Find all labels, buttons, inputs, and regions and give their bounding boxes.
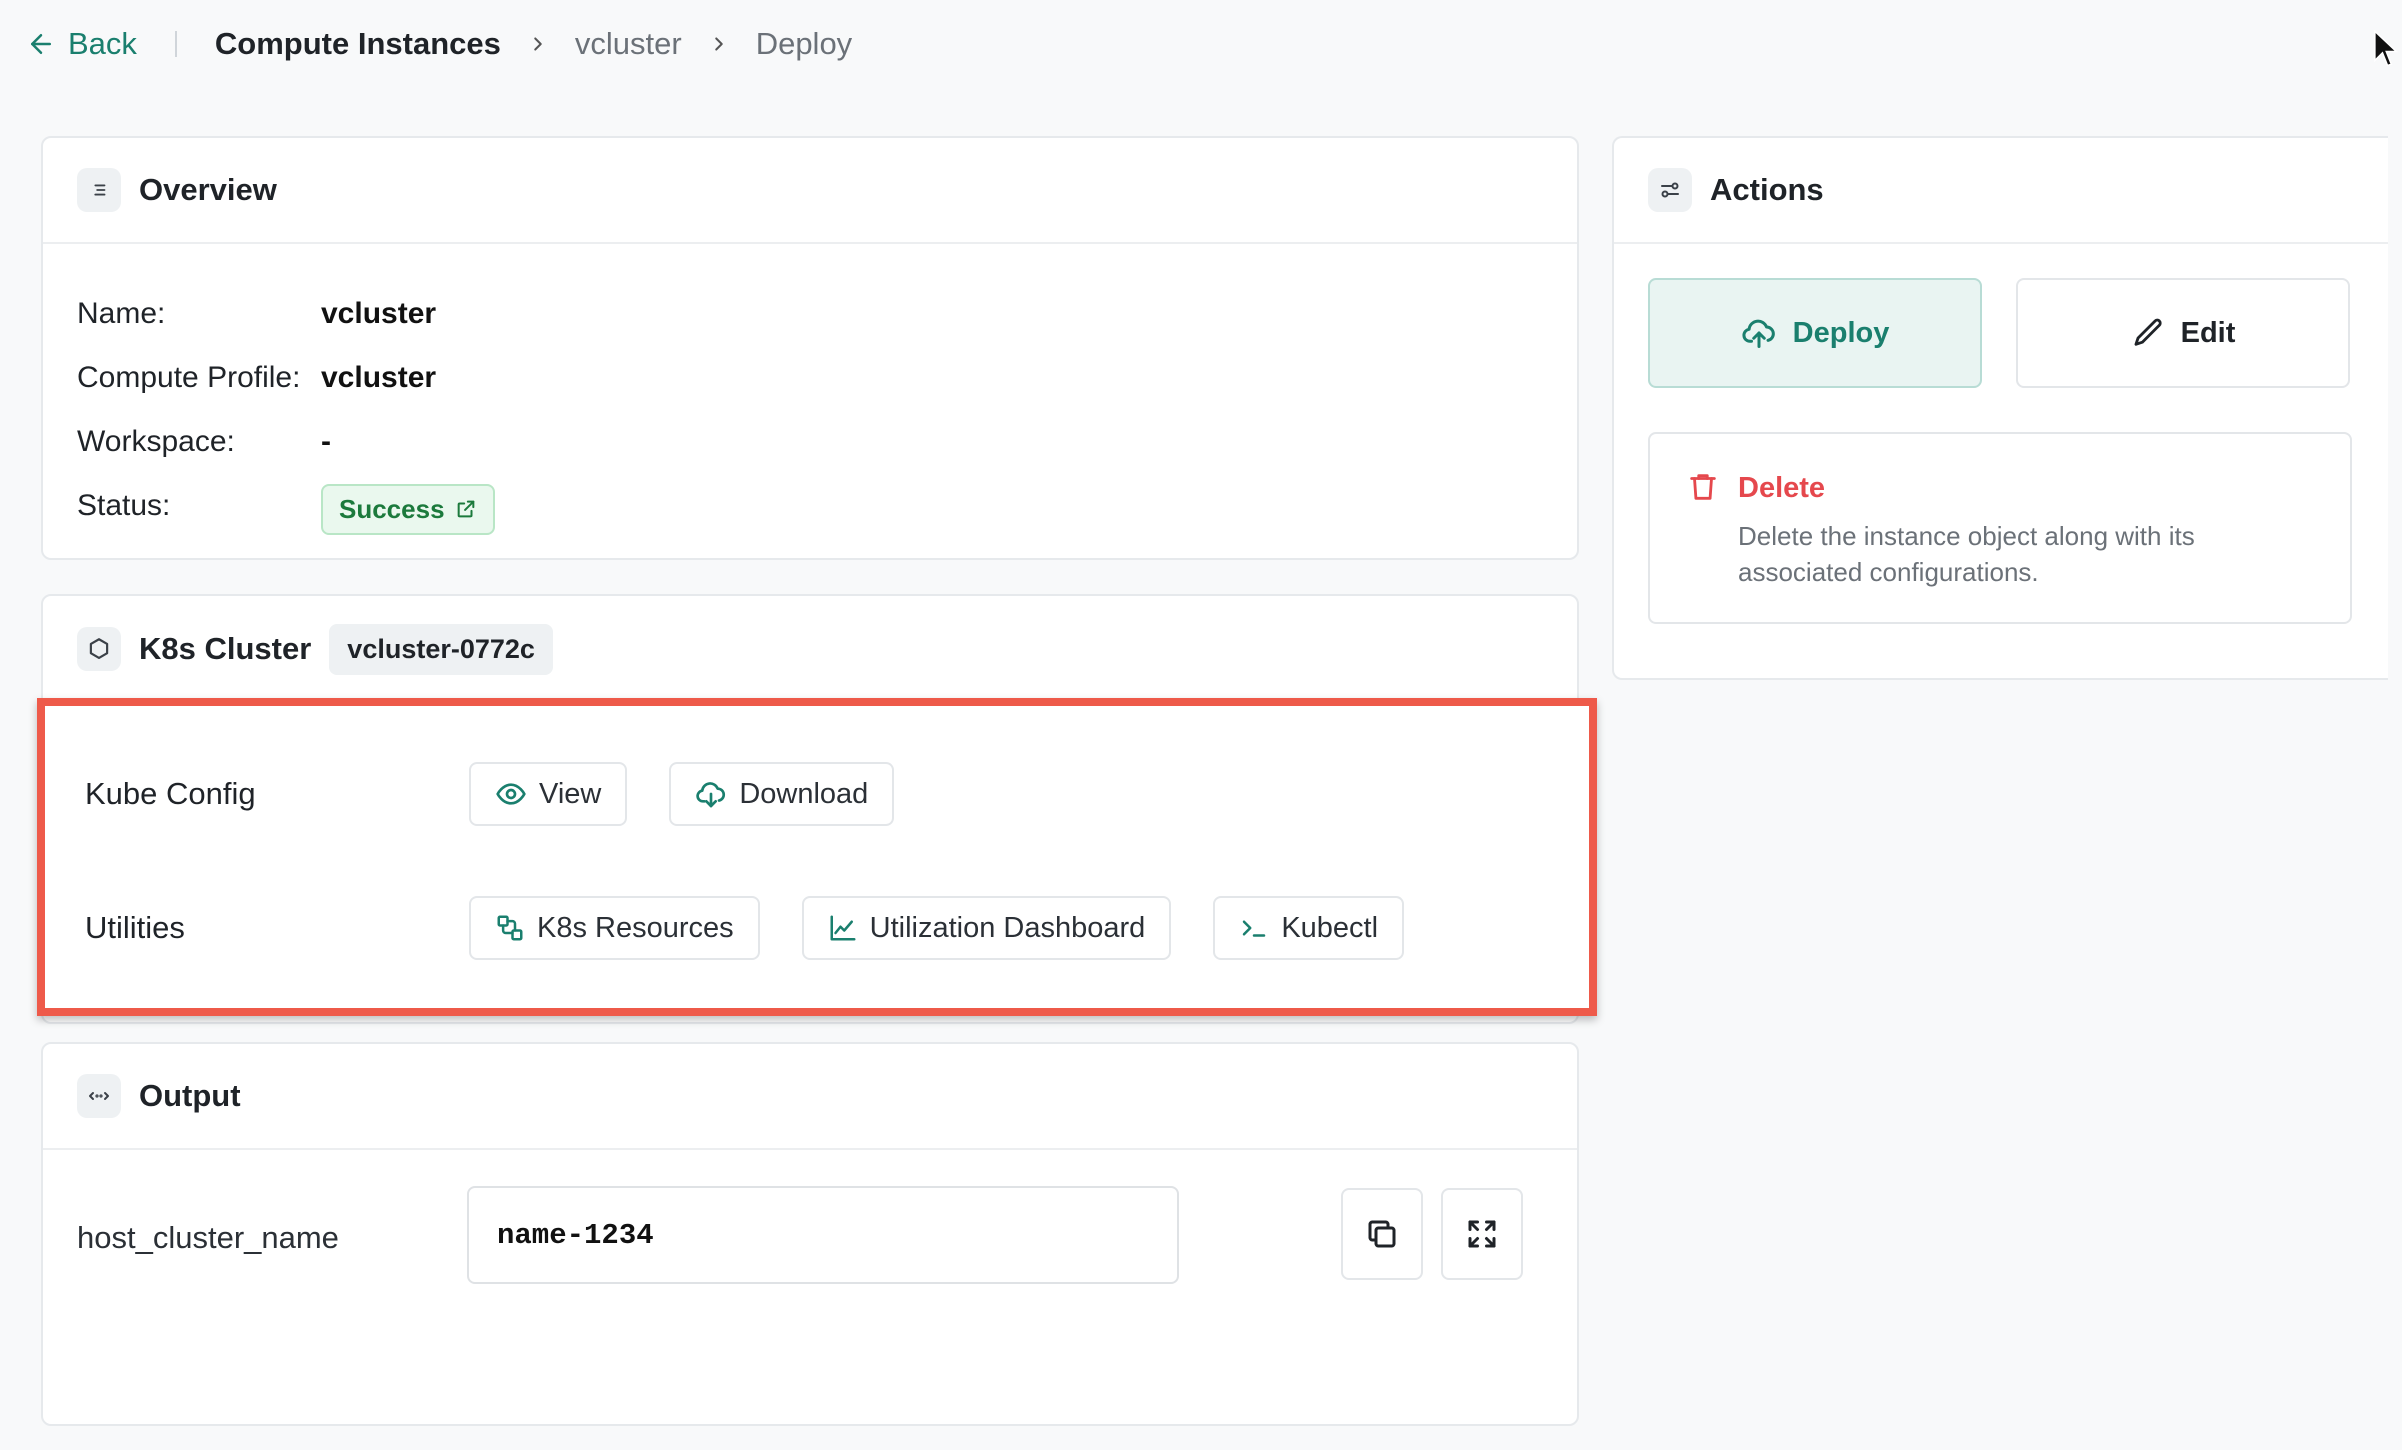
workspace-value: - <box>321 425 331 458</box>
compute-profile-label: Compute Profile: <box>77 361 301 394</box>
line-chart-icon <box>828 913 858 943</box>
kube-config-label: Kube Config <box>85 776 256 811</box>
actions-header: Actions <box>1614 138 2388 244</box>
overview-row-workspace: Workspace: - <box>77 410 1577 474</box>
breadcrumb-vcluster[interactable]: vcluster <box>575 26 682 62</box>
delete-title: Delete <box>1738 472 1826 504</box>
hexagon-icon <box>77 627 121 671</box>
eye-icon <box>495 778 527 810</box>
cloud-upload-icon <box>1741 315 1777 351</box>
deploy-label: Deploy <box>1792 316 1890 349</box>
breadcrumb-divider <box>174 31 177 57</box>
copy-button[interactable] <box>1341 1188 1423 1280</box>
utilities-row: Utilities K8s Resources Utilization Dash… <box>85 896 1446 960</box>
external-link-icon <box>455 498 477 520</box>
output-header: Output <box>43 1044 1577 1150</box>
cluster-id-chip: vcluster-0772c <box>329 623 553 675</box>
delete-action[interactable]: Delete Delete the instance object along … <box>1648 432 2352 624</box>
edit-button[interactable]: Edit <box>2016 278 2350 388</box>
copy-icon <box>1364 1216 1400 1252</box>
output-title: Output <box>139 1078 241 1113</box>
utilities-label: Utilities <box>85 910 185 945</box>
resources-icon <box>495 913 525 943</box>
overview-title: Overview <box>139 172 277 207</box>
arrow-left-icon <box>26 29 56 59</box>
cloud-download-icon <box>695 778 727 810</box>
host-cluster-name-value: name-1234 <box>497 1218 654 1252</box>
overview-row-compute-profile: Compute Profile: vcluster <box>77 346 1577 410</box>
kube-config-row: Kube Config View Download <box>85 762 936 826</box>
status-value: Success <box>339 493 445 524</box>
actions-title: Actions <box>1710 172 1824 207</box>
name-value: vcluster <box>321 297 437 330</box>
view-label: View <box>539 777 602 810</box>
k8s-cluster-header: K8s Cluster vcluster-0772c <box>43 596 1577 702</box>
back-label: Back <box>68 26 137 61</box>
edit-label: Edit <box>2180 316 2236 349</box>
breadcrumb-compute-instances[interactable]: Compute Instances <box>215 26 501 62</box>
k8s-cluster-title: K8s Cluster <box>139 631 312 666</box>
expand-icon <box>1464 1216 1500 1252</box>
breadcrumb-deploy: Deploy <box>755 26 853 61</box>
download-kubeconfig-button[interactable]: Download <box>669 762 895 826</box>
workspace-label: Workspace: <box>77 425 235 458</box>
back-button[interactable]: Back <box>26 26 137 62</box>
utilization-dashboard-label: Utilization Dashboard <box>869 911 1146 944</box>
overview-row-name: Name: vcluster <box>77 282 1577 346</box>
code-arrows-icon <box>77 1074 121 1118</box>
overview-card: Overview Name: vcluster Compute Profile:… <box>41 136 1579 560</box>
k8s-actions-highlight: Kube Config View Download Utilities K8s … <box>37 698 1597 1016</box>
k8s-resources-label: K8s Resources <box>537 911 734 944</box>
overview-header: Overview <box>43 138 1577 244</box>
kubectl-label: Kubectl <box>1281 911 1379 944</box>
chevron-right-icon <box>708 33 730 55</box>
host-cluster-name-label: host_cluster_name <box>77 1220 339 1255</box>
download-label: Download <box>739 777 869 810</box>
chevron-right-icon <box>527 33 549 55</box>
expand-button[interactable] <box>1441 1188 1523 1280</box>
overview-row-status: Status: Success <box>77 474 1577 538</box>
compute-profile-value: vcluster <box>321 361 437 394</box>
deploy-button[interactable]: Deploy <box>1648 278 1982 388</box>
list-icon <box>77 168 121 212</box>
host-cluster-name-field[interactable]: name-1234 <box>467 1186 1179 1284</box>
status-label: Status: <box>77 489 171 522</box>
status-badge[interactable]: Success <box>321 483 495 535</box>
pencil-icon <box>2131 316 2165 350</box>
terminal-icon <box>1239 913 1269 943</box>
trash-icon <box>1686 470 1720 504</box>
name-label: Name: <box>77 297 166 330</box>
k8s-resources-button[interactable]: K8s Resources <box>469 896 760 960</box>
mouse-cursor-icon <box>2372 30 2398 68</box>
breadcrumb: Back Compute Instances vcluster Deploy <box>26 18 852 70</box>
delete-description: Delete the instance object along with it… <box>1738 521 2195 587</box>
sliders-icon <box>1648 168 1692 212</box>
kubectl-button[interactable]: Kubectl <box>1213 896 1405 960</box>
output-card: Output host_cluster_name name-1234 <box>41 1042 1579 1426</box>
utilization-dashboard-button[interactable]: Utilization Dashboard <box>801 896 1172 960</box>
view-kubeconfig-button[interactable]: View <box>469 762 628 826</box>
